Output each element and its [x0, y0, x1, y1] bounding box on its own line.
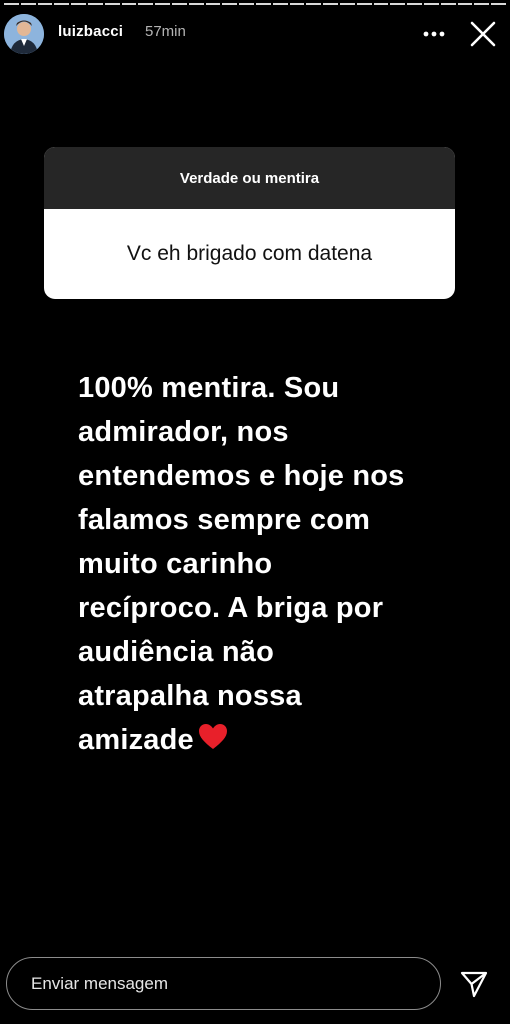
progress-segment: [121, 3, 137, 5]
answer-line: 100% mentira. Sou: [78, 372, 340, 404]
progress-segment: [474, 3, 490, 5]
answer-line: audiência não: [78, 636, 274, 668]
progress-segment: [20, 3, 36, 5]
progress-segment: [87, 3, 103, 5]
progress-segment: [390, 3, 406, 5]
answer-text: 100% mentira. Sou admirador, nos entende…: [78, 366, 488, 763]
question-text: Vc eh brigado com datena: [126, 242, 373, 265]
progress-segment: [37, 3, 53, 5]
progress-segment: [339, 3, 355, 5]
progress-segment: [222, 3, 238, 5]
progress-segment: [323, 3, 338, 5]
question-sticker: Verdade ou mentira Vc eh brigado com dat…: [44, 147, 455, 299]
send-message-placeholder: Enviar mensagem: [31, 973, 169, 993]
progress-segment: [356, 3, 372, 5]
progress-segment: [373, 3, 389, 5]
story-progress-bar: [4, 3, 506, 5]
progress-segment: [155, 3, 170, 5]
progress-segment: [138, 3, 154, 5]
answer-last-line: amizade: [78, 718, 488, 763]
answer-line: falamos sempre com: [78, 504, 371, 536]
progress-segment: [104, 3, 120, 5]
red-heart-icon: [198, 719, 228, 763]
progress-segment: [491, 3, 506, 5]
answer-line: atrapalha nossa: [78, 680, 302, 712]
progress-segment: [54, 3, 70, 5]
progress-segment: [272, 3, 288, 5]
answer-line: muito carinho: [78, 548, 273, 580]
answer-line: recíproco. A briga por: [78, 592, 384, 624]
progress-segment: [188, 3, 204, 5]
progress-segment: [4, 3, 19, 5]
send-message-input[interactable]: Enviar mensagem: [6, 957, 441, 1010]
progress-segment: [171, 3, 187, 5]
progress-segment: [71, 3, 86, 5]
progress-segment: [205, 3, 221, 5]
progress-segment: [423, 3, 439, 5]
question-title: Verdade ou mentira: [44, 147, 455, 209]
progress-segment: [440, 3, 456, 5]
send-icon[interactable]: [457, 967, 491, 1001]
progress-segment: [289, 3, 305, 5]
story-header: luizbacci 57min: [0, 12, 510, 56]
progress-segment: [407, 3, 422, 5]
answer-line: admirador, nos: [78, 416, 289, 448]
progress-segment: [457, 3, 473, 5]
progress-segment: [306, 3, 322, 5]
close-icon[interactable]: [466, 17, 500, 51]
username[interactable]: luizbacci: [58, 23, 123, 40]
progress-segment: [239, 3, 254, 5]
answer-line: entendemos e hoje nos: [78, 460, 405, 492]
more-options-icon[interactable]: [418, 18, 450, 50]
profile-avatar[interactable]: [4, 14, 44, 54]
progress-segment: [255, 3, 271, 5]
answer-line: amizade: [78, 724, 194, 756]
post-time: 57min: [145, 23, 186, 40]
